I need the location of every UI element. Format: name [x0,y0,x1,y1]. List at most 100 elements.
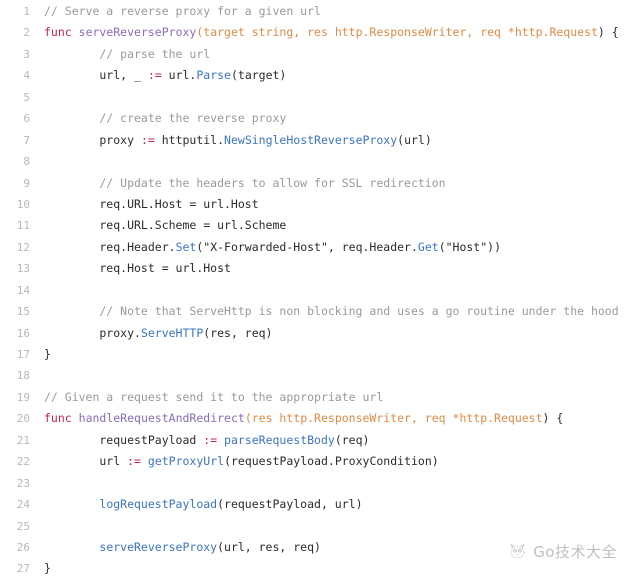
line-number: 20 [16,412,30,426]
code-token-fnname: handleRequestAndRedirect [78,411,245,426]
code-token-call: serveReverseProxy [99,539,218,554]
line-number: 6 [23,112,30,126]
code-line: 4 url, _ := url.Parse(target) [0,65,631,86]
code-token-plain: ) { [542,411,564,426]
code-token-plain: req.URL.Host = url.Host [44,196,259,211]
line-code: req.URL.Scheme = url.Scheme [37,215,631,236]
code-line: 9 // Update the headers to allow for SSL… [0,173,631,194]
code-line: 25 [0,516,631,537]
code-token-fnname: serveReverseProxy [78,25,197,40]
code-line: 20 func handleRequestAndRedirect(res http… [0,408,631,429]
line-number: 19 [16,390,30,404]
code-token-keyword: func [44,411,72,426]
line-number: 5 [23,90,30,104]
code-token-plain: url, _ [44,68,148,83]
code-token-call: parseRequestBody [224,432,335,447]
code-line: 18 [0,365,631,386]
code-token-comment: // Given a request send it to the approp… [44,389,384,404]
code-token-call: Parse [196,68,231,83]
code-viewer[interactable]: 1 // Serve a reverse proxy for a given ur… [0,0,631,586]
code-line: 10 req.URL.Host = url.Host [0,194,631,215]
code-token-comment: // parse the url [44,46,211,61]
code-token-comment: // Note that ServeHttp is non blocking a… [44,304,619,319]
line-number: 21 [16,433,30,447]
code-line: 12 req.Header.Set("X-Forwarded-Host", re… [0,237,631,258]
code-token-plain: proxy. [44,325,141,340]
code-token-param: (res http.ResponseWriter, req *http.Requ… [244,411,543,426]
line-number: 25 [16,519,30,533]
code-token-plain: req.Host = url.Host [44,261,231,276]
code-line: 24 logRequestPayload(requestPayload, url… [0,494,631,515]
code-token-plain: } [44,561,51,576]
line-number: 2 [23,26,30,40]
line-number: 8 [23,155,30,169]
code-token-plain: req.Header. [44,239,176,254]
line-number: 11 [16,219,30,233]
code-token-plain: (url, res, req) [217,539,321,554]
code-token-call: logRequestPayload [99,497,218,512]
code-line: 22 url := getProxyUrl(requestPayload.Pro… [0,451,631,472]
line-number: 3 [23,47,30,61]
line-code: req.Host = url.Host [37,258,631,279]
line-code: url, _ := url.Parse(target) [37,65,631,86]
code-line: 11 req.URL.Scheme = url.Scheme [0,215,631,236]
line-code: func handleRequestAndRedirect(res http.R… [37,408,631,429]
line-code: requestPayload := parseRequestBody(req) [37,430,631,451]
code-line: 15 // Note that ServeHttp is non blockin… [0,301,631,322]
code-token-operator: := [140,132,155,147]
code-token-plain: (requestPayload.ProxyCondition) [224,454,439,469]
code-token-plain: (target) [230,68,287,83]
line-number: 26 [16,540,30,554]
code-line: 6 // create the reverse proxy [0,108,631,129]
code-line: 26 serveReverseProxy(url, res, req) [0,537,631,558]
code-token-plain: url. [161,68,197,83]
code-token-plain: httputil. [154,132,225,147]
code-token-param: (target string, res http.ResponseWriter,… [196,25,598,40]
line-code: // Serve a reverse proxy for a given url [37,1,631,22]
line-number: 12 [16,240,30,254]
line-number: 15 [16,305,30,319]
code-token-call: getProxyUrl [147,454,225,469]
code-line: 19 // Given a request send it to the appr… [0,387,631,408]
code-token-plain: } [44,347,51,361]
code-token-plain: requestPayload [44,432,204,447]
code-line: 5 [0,87,631,108]
code-token-operator: := [147,68,162,83]
code-token-plain: req.URL.Scheme = url.Scheme [44,218,287,233]
line-number: 1 [23,5,30,18]
code-line: 2 func serveReverseProxy(target string, r… [0,22,631,43]
line-code: } [37,558,631,579]
line-number: 13 [16,262,30,276]
code-line: 7 proxy := httputil.NewSingleHostReverse… [0,130,631,151]
code-token-keyword: func [44,25,72,40]
line-code: logRequestPayload(requestPayload, url) [37,494,631,515]
code-line: 3 // parse the url [0,44,631,65]
line-number: 23 [16,476,30,490]
code-line: 8 [0,151,631,172]
code-line: 21 requestPayload := parseRequestBody(re… [0,430,631,451]
code-line: 1 // Serve a reverse proxy for a given ur… [0,1,631,22]
line-number: 10 [16,197,30,211]
line-code: req.Header.Set("X-Forwarded-Host", req.H… [37,237,631,258]
code-line: 16 proxy.ServeHTTP(res, req) [0,323,631,344]
line-number: 16 [16,326,30,340]
code-line: 17} [0,344,631,365]
line-code: func serveReverseProxy(target string, re… [37,22,631,43]
line-number: 17 [16,348,30,361]
line-number: 27 [16,562,30,576]
line-code: // Given a request send it to the approp… [37,387,631,408]
line-code: proxy.ServeHTTP(res, req) [37,323,631,344]
line-number: 9 [23,176,30,190]
line-code: serveReverseProxy(url, res, req) [37,537,631,558]
code-token-plain: (url) [397,132,432,147]
code-token-comment: // Update the headers to allow for SSL r… [44,175,446,190]
code-token-comment: // Serve a reverse proxy for a given url [44,4,321,18]
line-number: 24 [16,498,30,512]
code-token-plain: url [44,454,128,469]
line-code: // create the reverse proxy [37,108,631,129]
